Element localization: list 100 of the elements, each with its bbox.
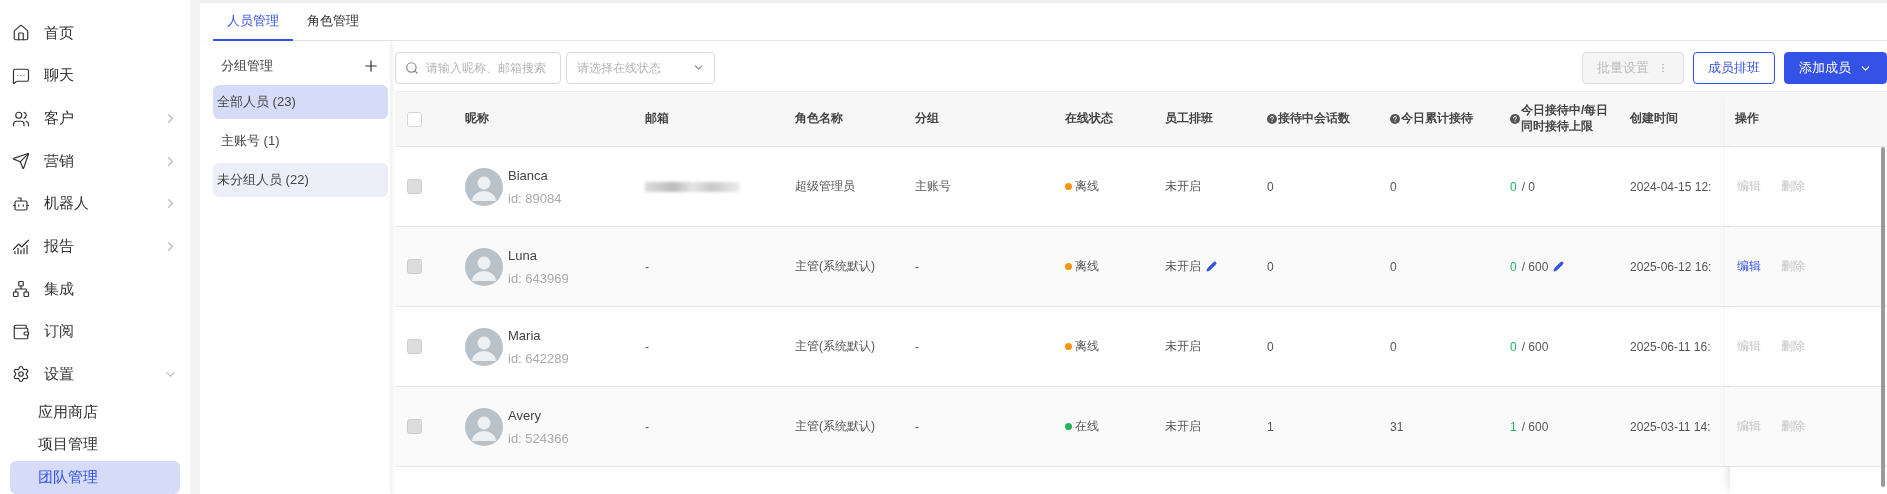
status-label: 离线 <box>1075 338 1099 355</box>
nav-subitem[interactable]: 项目管理 <box>10 428 180 462</box>
group-item[interactable]: 未分组人员 (22) <box>213 163 388 197</box>
current-count: 0 <box>1510 259 1517 274</box>
column-header: 员工排班 <box>1165 111 1213 127</box>
table-cell: - <box>645 259 649 274</box>
toolbar-button[interactable]: 成员排班 <box>1693 52 1775 84</box>
column-header: 创建时间 <box>1630 111 1678 127</box>
table-cell: 1 <box>1267 419 1274 434</box>
table-cell: 0 <box>1267 339 1274 354</box>
avatar <box>465 327 503 366</box>
robot-icon <box>12 194 30 213</box>
home-icon <box>12 24 30 43</box>
table-cell: 31 <box>1390 419 1404 434</box>
member-name: Avery <box>508 407 542 423</box>
wallet-icon <box>12 322 30 341</box>
table-cell: - <box>645 339 649 354</box>
scrollbar[interactable] <box>1881 147 1885 487</box>
table-cell: - <box>915 259 919 274</box>
add-icon[interactable] <box>362 57 380 75</box>
chart-icon <box>12 237 30 256</box>
help-icon[interactable] <box>1510 114 1520 124</box>
table-cell: 未开启 <box>1165 178 1201 195</box>
nav-item[interactable]: 报告 <box>44 237 149 256</box>
group-item[interactable]: 全部人员 (23) <box>213 85 388 119</box>
status-label: 离线 <box>1075 258 1099 275</box>
users-icon <box>12 109 30 128</box>
daily-limit: / 600 <box>1521 339 1549 354</box>
table-cell: 主账号 <box>915 178 951 195</box>
avatar <box>465 407 503 446</box>
status-label: 在线 <box>1075 418 1099 435</box>
table-cell: 未开启 <box>1165 418 1201 435</box>
nav-item[interactable]: 集成 <box>44 279 178 299</box>
table-cell: 0 <box>1390 259 1397 274</box>
table-cell: 未开启 <box>1165 338 1201 355</box>
member-id: id: 89084 <box>508 190 562 206</box>
nav-subitem[interactable]: 应用商店 <box>10 395 180 429</box>
column-header: 今日接待中/每日同时接待上限 <box>1521 103 1610 135</box>
group-item[interactable]: 主账号 (1) <box>213 124 388 158</box>
nav-item[interactable]: 客户 <box>44 109 149 129</box>
current-count: 0 <box>1510 339 1517 354</box>
table-cell: 主管(系统默认) <box>795 338 875 355</box>
toolbar-button[interactable]: 添加成员 <box>1784 52 1887 84</box>
tab[interactable]: 角色管理 <box>293 3 373 41</box>
column-header: 分组 <box>915 111 939 127</box>
table-cell: 2025-06-12 16: <box>1630 259 1712 274</box>
help-icon[interactable] <box>1390 114 1400 124</box>
column-header: 邮箱 <box>645 111 669 127</box>
column-header: 角色名称 <box>795 111 843 127</box>
table-cell: - <box>915 339 919 354</box>
table-cell: 主管(系统默认) <box>795 258 875 275</box>
member-name: Maria <box>508 327 542 343</box>
column-header: 昵称 <box>465 111 489 127</box>
nav-item[interactable]: 机器人 <box>44 194 149 214</box>
tab[interactable]: 人员管理 <box>213 3 293 41</box>
help-icon[interactable] <box>1267 114 1277 124</box>
status-label: 离线 <box>1075 178 1099 195</box>
nav-item[interactable]: 聊天 <box>44 66 178 86</box>
table-cell: - <box>645 419 649 434</box>
search-icon <box>405 61 419 75</box>
status-select[interactable]: 请选择在线状态 <box>566 52 715 84</box>
avatar <box>465 247 503 286</box>
member-id: id: 642289 <box>508 350 569 366</box>
chat-icon <box>12 66 30 85</box>
table-cell: 0 <box>1390 179 1397 194</box>
nav-item[interactable]: 设置 <box>44 364 149 384</box>
daily-limit: / 600 <box>1521 419 1549 434</box>
table-cell: 未开启 <box>1165 258 1201 275</box>
checkbox[interactable] <box>407 111 422 127</box>
table-cell: 0 <box>1267 179 1274 194</box>
column-header: 在线状态 <box>1065 111 1113 127</box>
settings-icon <box>12 365 30 384</box>
nav-item[interactable]: 营销 <box>44 151 149 171</box>
table-cell: 0 <box>1390 339 1397 354</box>
nav-item[interactable]: 首页 <box>44 23 178 43</box>
table-cell: 主管(系统默认) <box>795 418 875 435</box>
column-header: 操作 <box>1735 111 1759 127</box>
current-count: 1 <box>1510 419 1517 434</box>
member-name: Bianca <box>508 167 549 183</box>
table-cell: 超级管理员 <box>795 178 855 195</box>
member-id: id: 643969 <box>508 270 569 286</box>
avatar <box>465 167 503 206</box>
table-cell: - <box>915 419 919 434</box>
search-field[interactable]: 请输入昵称、邮箱搜索 <box>395 52 561 84</box>
table-cell: 2025-03-11 14: <box>1630 419 1711 434</box>
table-cell: 2024-04-15 12: <box>1630 179 1712 194</box>
daily-limit: / 0 <box>1521 179 1536 194</box>
column-header: 今日累计接待 <box>1401 111 1473 127</box>
column-header: 接待中会话数 <box>1278 111 1350 127</box>
network-icon <box>12 280 30 299</box>
daily-limit: / 600 <box>1521 259 1549 274</box>
current-count: 0 <box>1510 179 1517 194</box>
group-panel-title: 分组管理 <box>221 57 273 75</box>
member-id: id: 524366 <box>508 430 569 446</box>
table-cell: 0 <box>1267 259 1274 274</box>
member-name: Luna <box>508 247 538 263</box>
nav-subitem[interactable]: 团队管理 <box>10 461 180 494</box>
table-cell: 2025-06-11 16: <box>1630 339 1711 354</box>
nav-item[interactable]: 订阅 <box>44 322 178 342</box>
send-icon <box>12 152 30 171</box>
